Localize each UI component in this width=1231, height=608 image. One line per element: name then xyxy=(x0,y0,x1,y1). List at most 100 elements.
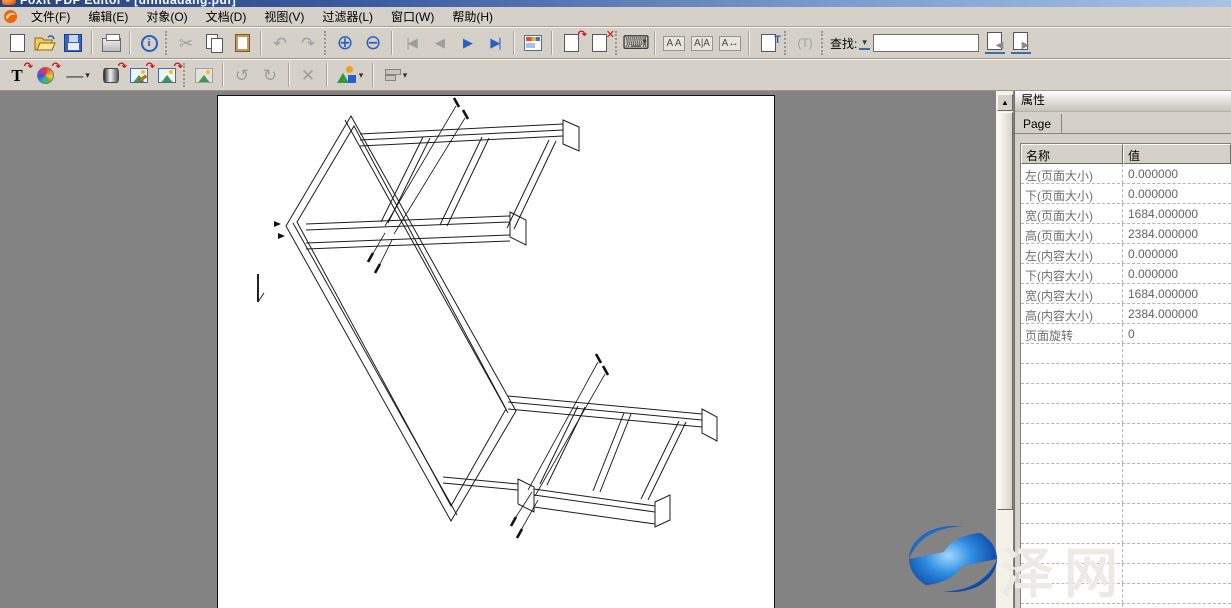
property-row: 左(页面大小) 0.000000 xyxy=(1021,164,1231,184)
font-pair-button[interactable]: A|A xyxy=(689,30,715,56)
edit-image-button[interactable]: ↷ xyxy=(126,62,152,88)
undo-button[interactable]: ↶ xyxy=(267,30,293,56)
redo-icon: ↷ xyxy=(301,35,315,52)
cut-button[interactable]: ✂ xyxy=(173,30,199,56)
watermark-text: 泽网 xyxy=(1000,529,1128,608)
edit-object-button[interactable] xyxy=(191,62,217,88)
redo-button[interactable]: ↷ xyxy=(295,30,321,56)
last-page-button[interactable]: ▶| xyxy=(482,30,508,56)
menu-item[interactable]: 文档(D) xyxy=(197,6,256,27)
shapes-icon xyxy=(337,66,357,84)
scroll-up-button[interactable]: ▲ xyxy=(997,94,1013,111)
add-text-button[interactable]: T xyxy=(755,30,781,56)
property-value[interactable]: 1684.000000 xyxy=(1123,284,1231,303)
insert-text-object-button[interactable]: T↷ xyxy=(4,62,30,88)
scrollbar-thumb[interactable] xyxy=(997,112,1013,510)
watermark-logo-icon xyxy=(903,519,1003,599)
delete-page-button[interactable]: ✕ xyxy=(586,30,612,56)
property-row-empty xyxy=(1021,484,1231,504)
first-page-button[interactable]: |◀ xyxy=(398,30,424,56)
find-dropdown[interactable]: ▾ xyxy=(859,37,870,50)
property-row: 宽(内容大小) 1684.000000 xyxy=(1021,284,1231,304)
column-header-value[interactable]: 值 xyxy=(1123,144,1231,164)
toolbar-separator xyxy=(129,31,131,55)
document-info-button[interactable]: i xyxy=(136,30,162,56)
paste-button[interactable] xyxy=(229,30,255,56)
property-row-empty xyxy=(1021,364,1231,384)
insert-shading-button[interactable]: ↷ xyxy=(98,62,124,88)
toolbar-separator xyxy=(326,63,328,87)
keyboard-button[interactable]: ⌨ xyxy=(623,30,649,56)
toolbar-grip[interactable] xyxy=(183,63,186,87)
property-value[interactable]: 0.000000 xyxy=(1123,244,1231,263)
next-page-button[interactable]: ▶ xyxy=(454,30,480,56)
find-underline xyxy=(985,52,1005,54)
page-layout-button[interactable] xyxy=(520,30,546,56)
property-value[interactable]: 0 xyxy=(1123,324,1231,343)
zoom-in-button[interactable]: ⊕ xyxy=(332,30,358,56)
property-row: 高(页面大小) 2384.000000 xyxy=(1021,224,1231,244)
insert-image-button[interactable]: ↷ xyxy=(154,62,180,88)
menu-item[interactable]: 过滤器(L) xyxy=(313,6,382,27)
font-actual-size-button[interactable]: A A xyxy=(661,30,687,56)
property-value[interactable]: 0.000000 xyxy=(1123,184,1231,203)
font-width-button[interactable]: A↔ xyxy=(717,30,743,56)
copy-button[interactable] xyxy=(201,30,227,56)
brush-icon xyxy=(138,74,147,82)
toolbar-grip[interactable] xyxy=(324,31,327,55)
insert-color-object-button[interactable]: ↷ xyxy=(32,62,58,88)
text-mode-button[interactable]: (T) xyxy=(792,30,818,56)
rotate-right-button[interactable]: ↻ xyxy=(257,62,283,88)
toolbar-grip[interactable] xyxy=(784,31,787,55)
menu-item[interactable]: 对象(O) xyxy=(137,6,196,27)
chevron-down-icon: ▾ xyxy=(85,70,90,81)
menu-item[interactable]: 编辑(E) xyxy=(79,6,137,27)
menu-item[interactable]: 窗口(W) xyxy=(382,6,443,27)
insert-page-button[interactable]: ↷ xyxy=(558,30,584,56)
new-document-button[interactable] xyxy=(4,30,30,56)
zoom-out-button[interactable]: ⊖ xyxy=(360,30,386,56)
save-button[interactable] xyxy=(60,30,86,56)
line-style-button[interactable]: —▾ xyxy=(60,62,96,88)
insert-shape-button[interactable]: ▾ xyxy=(333,62,367,88)
pdf-page[interactable] xyxy=(217,95,775,608)
property-row: 高(内容大小) 2384.000000 xyxy=(1021,304,1231,324)
chevron-down-icon: ▾ xyxy=(862,37,867,47)
open-button[interactable] xyxy=(32,30,58,56)
toolbar-separator xyxy=(288,63,290,87)
properties-panel-header[interactable]: 属性 xyxy=(1015,91,1231,112)
red-arrow-icon: ↷ xyxy=(174,60,183,73)
property-row: 左(内容大小) 0.000000 xyxy=(1021,244,1231,264)
delete-object-button[interactable]: ✕ xyxy=(295,62,321,88)
menu-item[interactable]: 文件(F) xyxy=(22,6,79,27)
align-icon xyxy=(385,68,401,82)
toolbar-grip[interactable] xyxy=(615,31,618,55)
print-button[interactable] xyxy=(98,30,124,56)
property-row-empty xyxy=(1021,464,1231,484)
previous-page-button[interactable]: ◀ xyxy=(426,30,452,56)
property-name: 高(页面大小) xyxy=(1021,224,1123,243)
property-value[interactable]: 1684.000000 xyxy=(1123,204,1231,223)
toolbar-separator xyxy=(391,31,393,55)
rotate-left-icon: ↺ xyxy=(235,67,249,84)
menu-item[interactable]: 帮助(H) xyxy=(443,6,502,27)
property-value[interactable]: 2384.000000 xyxy=(1123,224,1231,243)
property-value[interactable]: 0.000000 xyxy=(1123,264,1231,283)
tab-page[interactable]: Page xyxy=(1015,114,1062,133)
zoom-out-icon: ⊖ xyxy=(365,33,382,53)
first-page-icon: |◀ xyxy=(406,35,415,51)
rotate-left-button[interactable]: ↺ xyxy=(229,62,255,88)
column-header-name[interactable]: 名称 xyxy=(1021,144,1123,164)
align-button[interactable]: ▾ xyxy=(379,62,413,88)
menu-item[interactable]: 视图(V) xyxy=(255,6,313,27)
find-underline xyxy=(1011,52,1031,54)
property-value[interactable]: 0.000000 xyxy=(1123,164,1231,183)
property-name: 高(内容大小) xyxy=(1021,304,1123,323)
find-input[interactable] xyxy=(873,34,979,52)
toolbar-grip[interactable] xyxy=(821,31,824,55)
find-next-button[interactable]: ▶ xyxy=(1008,30,1034,56)
find-previous-button[interactable]: ◀ xyxy=(982,30,1008,56)
keyboard-icon: ⌨ xyxy=(622,34,649,53)
property-value[interactable]: 2384.000000 xyxy=(1123,304,1231,323)
toolbar-grip[interactable] xyxy=(165,31,168,55)
